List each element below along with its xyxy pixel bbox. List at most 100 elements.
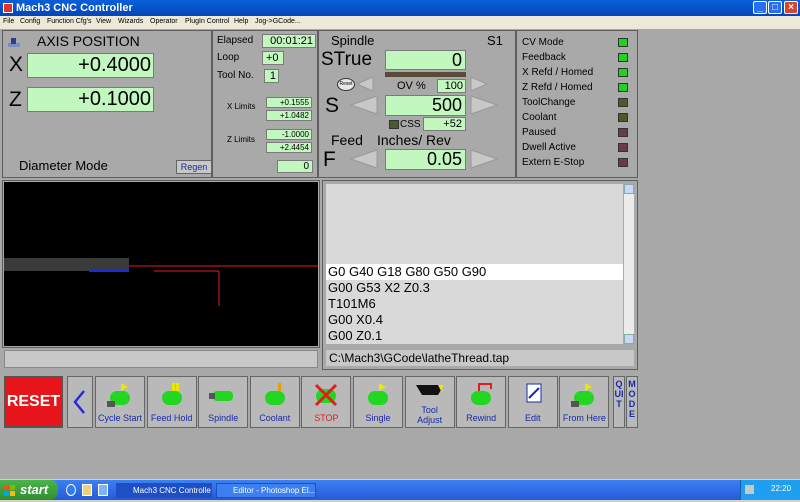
x-limit-max: +1.0482 <box>266 110 312 121</box>
cycle-start-button[interactable]: Cycle Start <box>95 376 145 428</box>
taskbar-photoshop[interactable]: Editor - Photoshop El... <box>216 483 316 498</box>
scroll-down-button[interactable] <box>624 334 634 344</box>
toolpath-display[interactable] <box>4 182 318 346</box>
maximize-button[interactable]: □ <box>768 1 782 14</box>
led-label: Z Refd / Homed <box>522 82 593 93</box>
led-label: Paused <box>522 127 556 138</box>
gcode-list[interactable]: G0 G40 G18 G80 G50 G90 G00 G53 X2 Z0.3 T10… <box>326 184 623 344</box>
gcode-line[interactable]: G00 X0.4 <box>326 312 623 328</box>
feed-hold-icon <box>161 383 182 405</box>
led-label: Coolant <box>522 112 557 123</box>
menu-jog-gcode[interactable]: Jog->GCode... <box>255 18 301 25</box>
diameter-mode-label: Diameter Mode <box>19 158 108 173</box>
led-label: CV Mode <box>522 37 564 48</box>
menu-help[interactable]: Help <box>234 18 248 25</box>
spindle-icon <box>209 391 234 401</box>
toolbar-button-label: Cycle Start <box>97 413 142 423</box>
edit-button[interactable]: Edit <box>507 376 558 428</box>
taskbar-mach3[interactable]: Mach3 CNC Controller <box>116 483 212 498</box>
window-title-bar[interactable]: Mach3 CNC Controller _ □ × <box>0 0 800 16</box>
feed-decrease-icon[interactable] <box>349 149 379 169</box>
quit-button[interactable]: QUIT <box>613 376 625 428</box>
tray-icon[interactable] <box>745 485 754 494</box>
status-led <box>618 158 628 167</box>
coolant-button[interactable]: Coolant <box>249 376 300 428</box>
ie-icon[interactable] <box>66 484 76 496</box>
single-button[interactable]: Single <box>353 376 403 428</box>
scroll-up-button[interactable] <box>624 184 634 194</box>
toolbar-button-label: Feed Hold <box>150 413 193 423</box>
spindle-speed-increase-icon[interactable] <box>469 95 499 115</box>
rewind-icon <box>471 383 493 405</box>
system-tray: 22:20 <box>740 480 800 500</box>
led-label: Dwell Active <box>522 142 576 153</box>
spindle-heading: Spindle <box>331 33 375 48</box>
strue-label: STrue <box>321 49 373 70</box>
counter-dro: 0 <box>277 160 313 173</box>
reset-button[interactable]: RESET <box>4 376 63 428</box>
spindle-speed-decrease-icon[interactable] <box>349 95 379 115</box>
from-here-button[interactable]: From Here <box>559 376 610 428</box>
menu-view[interactable]: View <box>96 18 111 25</box>
toolbar-button-label: Spindle <box>208 413 239 423</box>
status-led <box>618 83 628 92</box>
spindle-ov-increase-icon[interactable] <box>469 76 489 92</box>
status-led-panel: CV Mode Feedback X Refd / Homed Z Refd / Ho… <box>516 30 638 178</box>
status-panel: Elapsed 00:01:21 Loop +0 Tool No. 1 X Li… <box>212 30 318 178</box>
x-axis-label: X <box>9 53 24 76</box>
loop-label: Loop <box>217 52 240 63</box>
menu-config[interactable]: Config <box>20 18 40 25</box>
menu-file[interactable]: File <box>3 18 14 25</box>
loop-dro[interactable]: +0 <box>262 51 284 65</box>
z-axis-dro[interactable]: +0.1000 <box>27 87 154 112</box>
led-label: Feedback <box>522 52 566 63</box>
stop-button[interactable]: STOP <box>301 376 352 428</box>
led-label: X Refd / Homed <box>522 67 594 78</box>
menu-wizards[interactable]: Wizards <box>118 18 143 25</box>
stop-icon <box>315 383 338 407</box>
feed-increase-icon[interactable] <box>469 149 499 169</box>
x-axis-dro[interactable]: +0.4000 <box>27 53 154 78</box>
elapsed-label: Elapsed <box>217 35 254 46</box>
status-led <box>618 143 628 152</box>
x-limit-min: +0.1555 <box>266 97 312 108</box>
ov-percent-label: OV % <box>397 80 426 92</box>
single-icon <box>368 383 388 405</box>
menu-function-cfgs[interactable]: Function Cfg's <box>47 18 92 25</box>
tool-adjust-button[interactable]: Tool Adjust <box>404 376 455 428</box>
mode-button[interactable]: MODE <box>626 376 638 428</box>
menu-bar: File Config Function Cfg's View Wizards … <box>0 16 800 29</box>
workpiece-shape <box>4 258 129 271</box>
desktop-icon[interactable] <box>98 484 108 496</box>
from-here-icon <box>571 383 595 407</box>
back-button[interactable] <box>67 376 93 428</box>
gcode-line[interactable]: T101M6 <box>326 296 623 312</box>
s-label: S <box>325 94 340 117</box>
rewind-button[interactable]: Rewind <box>456 376 507 428</box>
tool-number-dro[interactable]: 1 <box>264 69 279 83</box>
close-button[interactable]: × <box>784 1 798 14</box>
window-title: Mach3 CNC Controller <box>16 2 133 14</box>
axis-position-panel: AXIS POSITION X +0.4000 Z +0.1000 Diamet… <box>2 30 212 178</box>
spindle-speed-dro[interactable]: 500 <box>385 95 466 116</box>
feed-label: Feed <box>331 132 363 148</box>
toolbar-button-label: Tool Adjust <box>417 405 443 425</box>
minimize-button[interactable]: _ <box>753 1 767 14</box>
feed-rate-dro[interactable]: 0.05 <box>385 149 466 170</box>
gcode-scrollbar[interactable] <box>623 184 634 344</box>
spindle-reset-button[interactable]: Reset <box>337 78 355 91</box>
spindle-button[interactable]: Spindle <box>198 376 249 428</box>
spindle-ov-decrease-icon[interactable] <box>355 76 375 92</box>
gcode-line[interactable]: G00 Z0.1 <box>326 328 623 344</box>
cycle-start-icon <box>107 383 130 407</box>
gcode-line[interactable]: G00 G53 X2 Z0.3 <box>326 280 623 296</box>
toolbar-button-label: Single <box>365 413 391 423</box>
mdi-input[interactable] <box>4 350 318 368</box>
explorer-icon[interactable] <box>82 484 92 496</box>
menu-plugin-control[interactable]: PlugIn Control <box>185 18 229 25</box>
axis-position-heading: AXIS POSITION <box>37 33 140 49</box>
gcode-line[interactable]: G0 G40 G18 G80 G50 G90 <box>326 264 623 280</box>
feed-hold-button[interactable]: Feed Hold <box>146 376 197 428</box>
regen-button[interactable]: Regen <box>176 160 212 174</box>
menu-operator[interactable]: Operator <box>150 18 178 25</box>
